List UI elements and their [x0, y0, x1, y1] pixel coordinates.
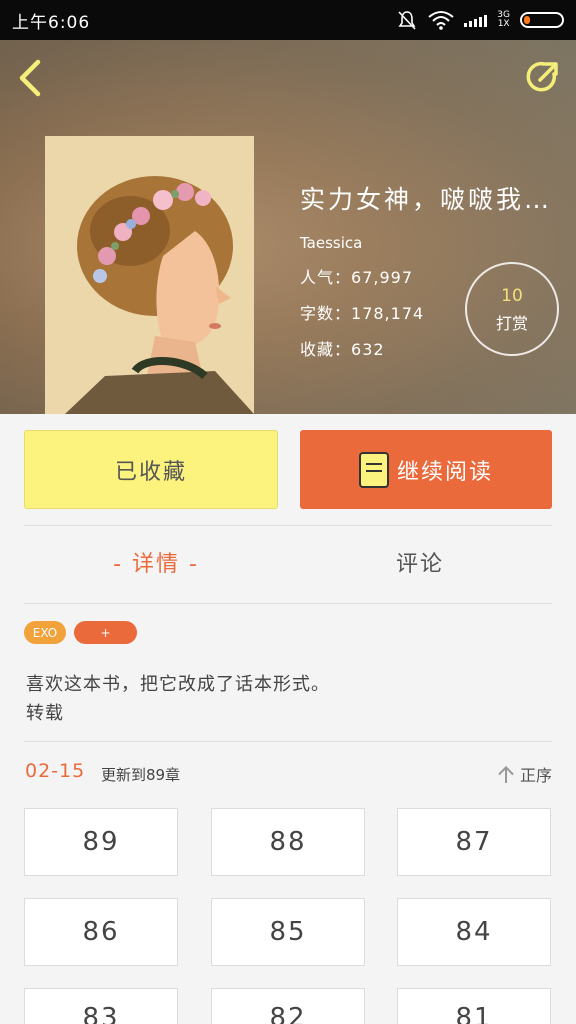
- battery-icon: [520, 12, 564, 28]
- status-icons: 3G 1X: [396, 9, 564, 31]
- chapter-button[interactable]: 85: [211, 898, 365, 966]
- wifi-icon: [428, 11, 454, 30]
- tab-details[interactable]: - 详情 -: [100, 546, 212, 582]
- arrow-up-icon: [498, 765, 514, 783]
- book-header: 实力女神，啵啵我… Taessica 人气：67,997 字数：178,174 …: [0, 40, 576, 414]
- book-description: 喜欢这本书，把它改成了话本形式。 转载: [26, 670, 546, 728]
- collected-label: 已收藏: [114, 459, 187, 485]
- tip-label: 打赏: [495, 314, 528, 333]
- chapter-button[interactable]: 83: [24, 988, 178, 1024]
- tab-comments[interactable]: 评论: [370, 546, 470, 582]
- sort-button[interactable]: 正序: [498, 762, 552, 786]
- chapter-button[interactable]: 86: [24, 898, 178, 966]
- chapter-button[interactable]: 88: [211, 808, 365, 876]
- status-bar: 上午6:06 3G 1X: [0, 0, 576, 40]
- continue-reading-button[interactable]: 继续阅读: [300, 430, 552, 509]
- chapter-button[interactable]: 81: [397, 988, 551, 1024]
- book-icon: [358, 451, 389, 488]
- tip-button[interactable]: 10 打赏: [465, 262, 559, 356]
- chapter-button[interactable]: 84: [397, 898, 551, 966]
- chapter-button[interactable]: 89: [24, 808, 178, 876]
- divider: [24, 525, 552, 526]
- chapter-button[interactable]: 87: [397, 808, 551, 876]
- book-author[interactable]: Taessica: [300, 234, 570, 252]
- collected-button[interactable]: 已收藏: [24, 430, 278, 509]
- cover-image: [45, 136, 254, 414]
- divider: [24, 603, 552, 604]
- update-date: 02-15: [25, 760, 86, 782]
- tag-exo[interactable]: EXO: [24, 621, 66, 644]
- update-text: 更新到89章: [101, 766, 181, 784]
- book-cover[interactable]: [45, 136, 254, 414]
- signal-icon: [464, 13, 488, 27]
- book-title: 实力女神，啵啵我…: [300, 185, 553, 214]
- continue-reading-label: 继续阅读: [396, 459, 493, 485]
- description-line: 喜欢这本书，把它改成了话本形式。: [26, 674, 330, 695]
- sort-label: 正序: [519, 766, 552, 785]
- add-tag-button[interactable]: +: [74, 621, 137, 644]
- mute-icon: [398, 11, 416, 30]
- divider: [24, 741, 552, 742]
- share-icon[interactable]: [524, 58, 562, 96]
- chapter-button[interactable]: 82: [211, 988, 365, 1024]
- status-time: 上午6:06: [12, 12, 91, 33]
- network-indicator: 3G 1X: [497, 10, 510, 29]
- description-line: 转载: [26, 703, 64, 724]
- tip-count: 10: [501, 286, 523, 306]
- chevron-left-icon[interactable]: [14, 58, 50, 98]
